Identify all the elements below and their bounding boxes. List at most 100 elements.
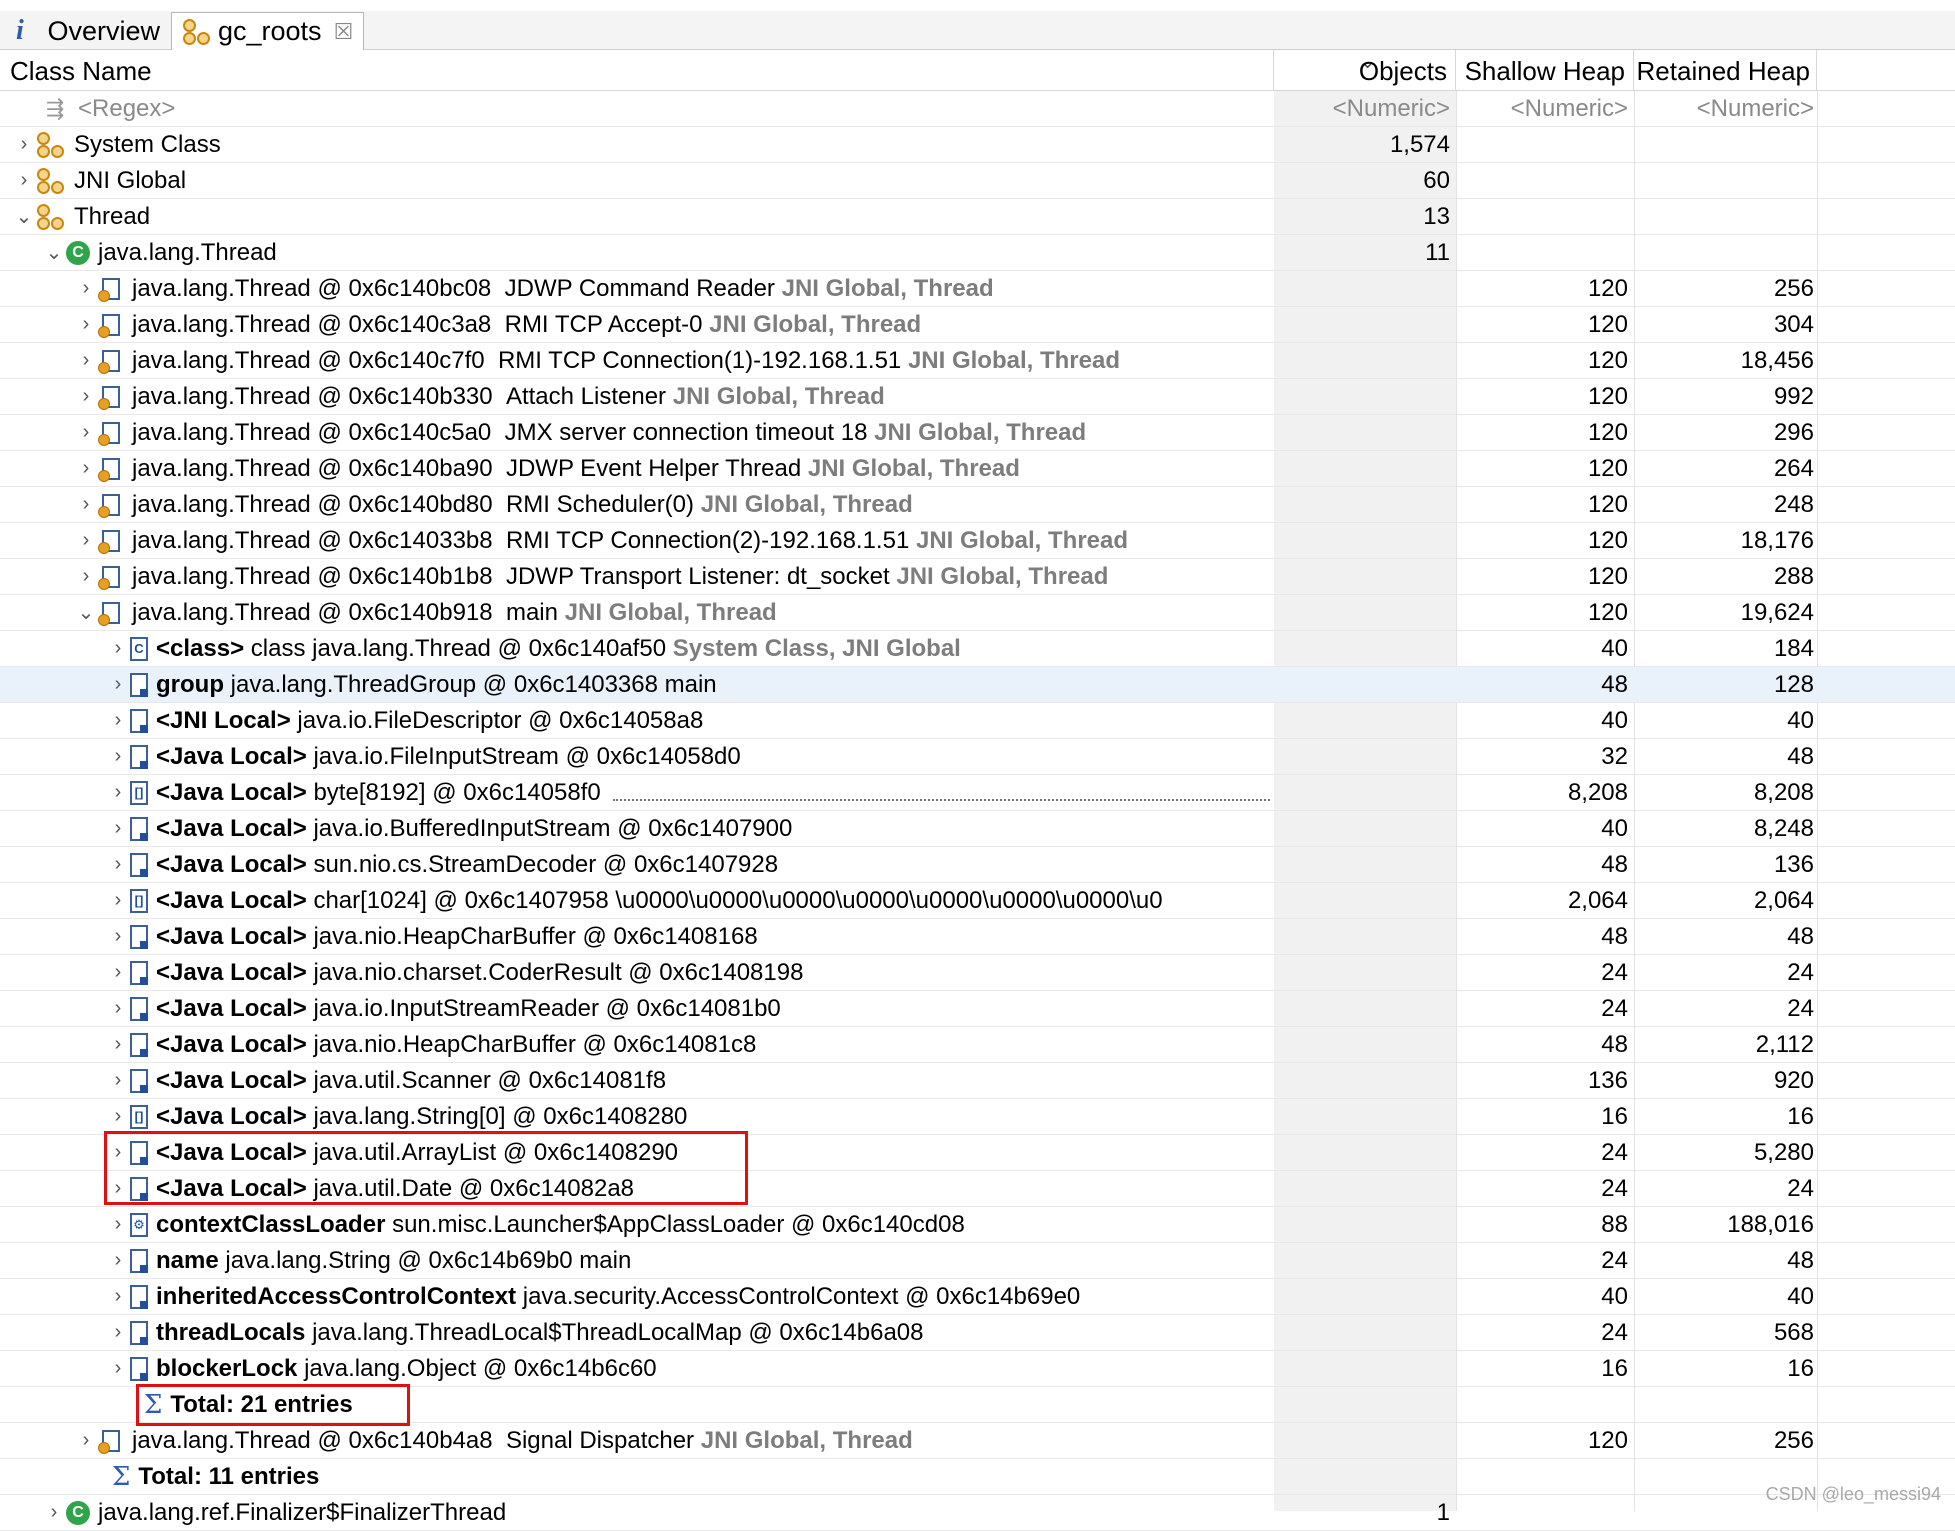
tree-row-thread[interactable]: ⌄ Thread 13 xyxy=(0,199,1955,235)
tree-row-reference[interactable]: › <Java Local> java.nio.HeapCharBuffer @ … xyxy=(0,1027,1955,1063)
thread-ref: java.lang.Thread @ 0x6c140bc08 xyxy=(132,274,492,302)
object-icon xyxy=(130,852,148,877)
shallow-filter-input[interactable]: <Numeric> xyxy=(1456,91,1628,126)
tree-row-reference[interactable]: ›[] <Java Local> char[1024] @ 0x6c1407958… xyxy=(0,883,1955,919)
chevron-right-icon[interactable]: › xyxy=(74,565,98,588)
chevron-right-icon[interactable]: › xyxy=(106,1357,130,1380)
chevron-right-icon[interactable]: › xyxy=(74,313,98,336)
chevron-right-icon[interactable]: › xyxy=(106,1321,130,1344)
chevron-right-icon[interactable]: › xyxy=(74,493,98,516)
row-label: java.lang.Thread xyxy=(98,238,277,266)
column-retained-heap[interactable]: Retained Heap xyxy=(1634,50,1817,90)
tree-row-reference[interactable]: › inheritedAccessControlContext java.secu… xyxy=(0,1279,1955,1315)
tree-row-system-class[interactable]: › System Class 1,574 xyxy=(0,127,1955,163)
objects-filter-input[interactable]: <Numeric> xyxy=(1274,91,1450,126)
chevron-right-icon[interactable]: › xyxy=(106,1069,130,1092)
tree-row-reference[interactable]: › <Java Local> java.io.InputStreamReader … xyxy=(0,991,1955,1027)
chevron-right-icon[interactable]: › xyxy=(106,781,130,804)
chevron-right-icon[interactable]: › xyxy=(106,1213,130,1236)
chevron-right-icon[interactable]: › xyxy=(106,1033,130,1056)
tree-row-thread-object[interactable]: › java.lang.Thread @ 0x6c140ba90 JDWP Eve… xyxy=(0,451,1955,487)
retained-filter-input[interactable]: <Numeric> xyxy=(1634,91,1814,126)
object-ref: java.io.InputStreamReader @ 0x6c14081b0 xyxy=(313,994,781,1022)
column-class-name[interactable]: Class Name xyxy=(0,50,1274,90)
close-tab-icon[interactable]: ☒ xyxy=(334,19,354,45)
object-ref: byte[8192] @ 0x6c14058f0 xyxy=(313,778,601,806)
tree-row-thread-object[interactable]: › java.lang.Thread @ 0x6c140bd80 RMI Sche… xyxy=(0,487,1955,523)
tree-row-thread-object[interactable]: › java.lang.Thread @ 0x6c140bc08 JDWP Com… xyxy=(0,271,1955,307)
chevron-right-icon[interactable]: › xyxy=(106,637,130,660)
chevron-right-icon[interactable]: › xyxy=(106,1249,130,1272)
tree-row-reference[interactable]: › name java.lang.String @ 0x6c14b69b0 mai… xyxy=(0,1243,1955,1279)
chevron-right-icon[interactable]: › xyxy=(106,673,130,696)
chevron-right-icon[interactable]: › xyxy=(106,889,130,912)
tree-row-reference[interactable]: › group java.lang.ThreadGroup @ 0x6c14033… xyxy=(0,667,1955,703)
chevron-right-icon[interactable]: › xyxy=(106,1285,130,1308)
tree-row-thread-class[interactable]: ⌄ C java.lang.Thread 11 xyxy=(0,235,1955,271)
tree-row-reference[interactable]: › <Java Local> sun.nio.cs.StreamDecoder @… xyxy=(0,847,1955,883)
tree-row-thread-object[interactable]: › java.lang.Thread @ 0x6c140b1b8 JDWP Tra… xyxy=(0,559,1955,595)
chevron-right-icon[interactable]: › xyxy=(106,925,130,948)
tree-row-reference[interactable]: › blockerLock java.lang.Object @ 0x6c14b6… xyxy=(0,1351,1955,1387)
chevron-right-icon[interactable]: › xyxy=(106,997,130,1020)
shallow-value: 24 xyxy=(1601,1139,1628,1166)
tree-row-reference[interactable]: › threadLocals java.lang.ThreadLocal$Thre… xyxy=(0,1315,1955,1351)
tree-row-reference[interactable]: › <Java Local> java.util.Scanner @ 0x6c14… xyxy=(0,1063,1955,1099)
tab-gc-roots[interactable]: gc_roots ☒ xyxy=(171,12,364,50)
chevron-right-icon[interactable]: › xyxy=(74,1429,98,1452)
chevron-down-icon[interactable]: ⌄ xyxy=(12,204,36,229)
thread-name: RMI TCP Connection(2)-192.168.1.51 xyxy=(505,526,910,554)
chevron-right-icon[interactable]: › xyxy=(106,961,130,984)
chevron-right-icon[interactable]: › xyxy=(74,385,98,408)
tab-overview[interactable]: i Overview xyxy=(0,12,170,50)
tree-row-reference[interactable]: › <Java Local> java.io.FileInputStream @ … xyxy=(0,739,1955,775)
tree-row-reference[interactable]: › C <class> class java.lang.Thread @ 0x6c1… xyxy=(0,631,1955,667)
object-icon xyxy=(130,744,148,769)
tree-row-reference[interactable]: ›[] <Java Local> java.lang.String[0] @ 0x… xyxy=(0,1099,1955,1135)
chevron-right-icon[interactable]: › xyxy=(106,1105,130,1128)
chevron-right-icon[interactable]: › xyxy=(12,133,36,156)
tree-row-thread-object[interactable]: › java.lang.Thread @ 0x6c140b330 Attach L… xyxy=(0,379,1955,415)
tree-row-main-thread[interactable]: ⌄ java.lang.Thread @ 0x6c140b918 main JN… xyxy=(0,595,1955,631)
tree-row-jni-global[interactable]: › JNI Global 60 xyxy=(0,163,1955,199)
chevron-right-icon[interactable]: › xyxy=(12,169,36,192)
column-objects[interactable]: Objects xyxy=(1274,50,1456,90)
value-placeholder xyxy=(612,785,1270,801)
thread-name: JDWP Event Helper Thread xyxy=(505,454,802,482)
tree-row-thread-object[interactable]: › java.lang.Thread @ 0x6c14033b8 RMI TCP … xyxy=(0,523,1955,559)
tree-row-thread-object[interactable]: › java.lang.Thread @ 0x6c140c7f0 RMI TCP … xyxy=(0,343,1955,379)
tree-row-reference[interactable]: › <Java Local> java.nio.HeapCharBuffer @ … xyxy=(0,919,1955,955)
chevron-right-icon[interactable]: › xyxy=(74,457,98,480)
tree-row-signal-thread[interactable]: › java.lang.Thread @ 0x6c140b4a8 Signal … xyxy=(0,1423,1955,1459)
chevron-right-icon[interactable]: › xyxy=(106,745,130,768)
chevron-right-icon[interactable]: › xyxy=(106,709,130,732)
chevron-right-icon[interactable]: › xyxy=(74,529,98,552)
tree-row-reference[interactable]: › <JNI Local> java.io.FileDescriptor @ 0x… xyxy=(0,703,1955,739)
tree-row-finalizer-thread[interactable]: › C java.lang.ref.Finalizer$FinalizerThr… xyxy=(0,1495,1955,1531)
chevron-down-icon[interactable]: ⌄ xyxy=(74,600,98,625)
chevron-right-icon[interactable]: › xyxy=(106,817,130,840)
info-icon: i xyxy=(16,15,24,46)
chevron-down-icon[interactable]: ⌄ xyxy=(42,240,66,265)
tree-row-reference[interactable]: › <Java Local> java.io.BufferedInputStrea… xyxy=(0,811,1955,847)
editor-tab-bar: i Overview gc_roots ☒ xyxy=(0,0,1955,50)
root-types: JNI Global, Thread xyxy=(896,562,1109,590)
gc-roots-icon xyxy=(36,203,66,230)
regex-filter-input[interactable]: <Regex> xyxy=(78,95,175,123)
chevron-right-icon[interactable]: › xyxy=(74,277,98,300)
tree-row-reference[interactable]: › ⚙ contextClassLoader sun.misc.Launcher$A… xyxy=(0,1207,1955,1243)
chevron-right-icon[interactable]: › xyxy=(106,853,130,876)
tree-row-thread-object[interactable]: › java.lang.Thread @ 0x6c140c5a0 JMX serv… xyxy=(0,415,1955,451)
column-shallow-heap[interactable]: Shallow Heap xyxy=(1456,50,1634,90)
thread-ref: java.lang.Thread @ 0x6c140bd80 xyxy=(132,490,493,518)
chevron-right-icon[interactable]: › xyxy=(74,421,98,444)
chevron-right-icon[interactable]: › xyxy=(74,349,98,372)
tree-row-thread-object[interactable]: › java.lang.Thread @ 0x6c140c3a8 RMI TCP … xyxy=(0,307,1955,343)
chevron-right-icon[interactable]: › xyxy=(42,1501,66,1524)
thread-name: RMI TCP Connection(1)-192.168.1.51 xyxy=(497,346,902,374)
tree-row-reference[interactable]: ›[] <Java Local> byte[8192] @ 0x6c14058f0… xyxy=(0,775,1955,811)
shallow-value: 40 xyxy=(1601,815,1628,842)
retained-value: 24 xyxy=(1787,1175,1814,1202)
tree-row-reference[interactable]: › <Java Local> java.nio.charset.CoderResu… xyxy=(0,955,1955,991)
shallow-value: 40 xyxy=(1601,635,1628,662)
